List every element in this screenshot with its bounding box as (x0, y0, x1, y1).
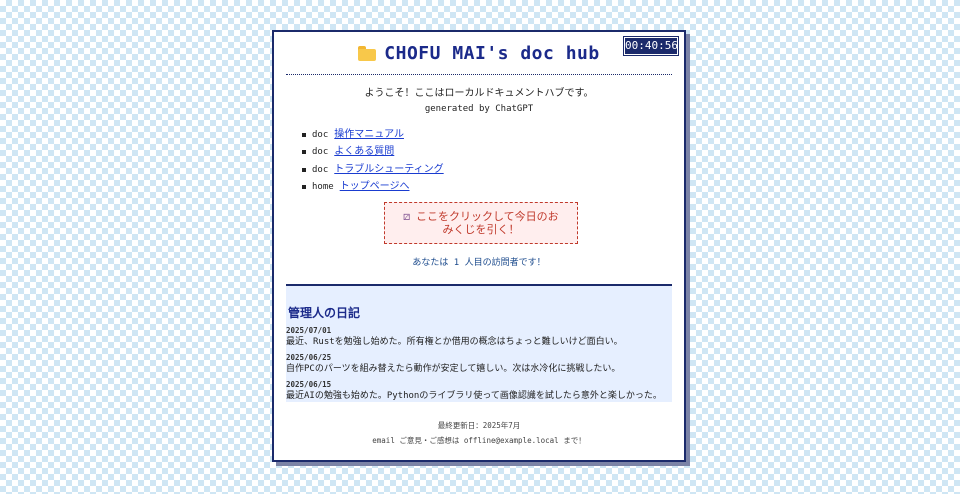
diary-entry-date: 2025/06/25 (286, 353, 332, 362)
diary-section: 管理人の日記 2025/07/01 最近、Rustを勉強し始めた。所有権とか借用… (286, 284, 672, 402)
omikuji-label: ここをクリックして今日のおみくじを引く！ (415, 209, 559, 237)
diary-entry-date: 2025/06/15 (286, 380, 332, 389)
page-title: CHOFU MAI's doc hub (384, 43, 600, 64)
link-troubleshooting[interactable]: トラブルシューティング (334, 164, 443, 176)
title-wrap: CHOFU MAI's doc hub (358, 43, 599, 64)
diary-entry-text: 最近AIの勉強も始めた。Pythonのライブラリ使って画像認識を試したら意外と楽… (286, 391, 662, 401)
omikuji-button[interactable]: ⚂ ここをクリックして今日のおみくじを引く！ (384, 202, 578, 244)
diary-entry-date: 2025/07/01 (286, 326, 332, 335)
clock-display: 00:40:56 (624, 37, 678, 55)
main-card: CHOFU MAI's doc hub ようこそ！ここはローカルドキュメントハブ… (272, 30, 686, 462)
header: CHOFU MAI's doc hub (286, 42, 672, 75)
last-updated: 最終更新日：2025年7月 (437, 421, 521, 430)
link-type: home (312, 182, 334, 193)
doc-link-list: doc 操作マニュアル doc よくある質問 doc トラブルシューティング h… (302, 126, 444, 196)
diary-entry: 2025/06/25 自作PCのパーツを組み替えたら動作が安定して嬉しい。次は水… (286, 353, 620, 375)
list-item: doc よくある質問 (302, 144, 444, 162)
link-type: doc (312, 164, 329, 175)
list-item: home トップページへ (302, 179, 444, 197)
welcome-text: ようこそ！ここはローカルドキュメントハブです。 (364, 88, 594, 99)
bullet-icon (302, 132, 306, 137)
diary-entry: 2025/07/01 最近、Rustを勉強し始めた。所有権とか借用の概念はちょっ… (286, 326, 623, 348)
link-faq[interactable]: よくある質問 (334, 146, 394, 158)
folder-icon (358, 46, 377, 61)
bullet-icon (302, 167, 306, 172)
link-manual[interactable]: 操作マニュアル (334, 129, 404, 141)
link-top-page[interactable]: トップページへ (340, 181, 410, 193)
link-type: doc (312, 147, 329, 158)
diary-entry-text: 最近、Rustを勉強し始めた。所有権とか借用の概念はちょっと難しいけど面白い。 (286, 337, 623, 347)
bullet-icon (302, 150, 306, 155)
visitor-counter: あなたは 1 人目の訪問者です！ (412, 258, 546, 268)
diary-entry: 2025/06/15 最近AIの勉強も始めた。Pythonのライブラリ使って画像… (286, 380, 662, 402)
dice-icon: ⚂ (403, 210, 410, 224)
bullet-icon (302, 185, 306, 190)
diary-title: 管理人の日記 (288, 306, 361, 320)
link-type: doc (312, 129, 329, 140)
list-item: doc トラブルシューティング (302, 161, 444, 179)
list-item: doc 操作マニュアル (302, 126, 444, 144)
contact-text: email ご意見・ご感想は offline@example.local まで！ (372, 436, 586, 445)
diary-entry-text: 自作PCのパーツを組み替えたら動作が安定して嬉しい。次は水冷化に挑戦したい。 (286, 364, 621, 374)
generated-by-text: generated by ChatGPT (424, 104, 534, 114)
